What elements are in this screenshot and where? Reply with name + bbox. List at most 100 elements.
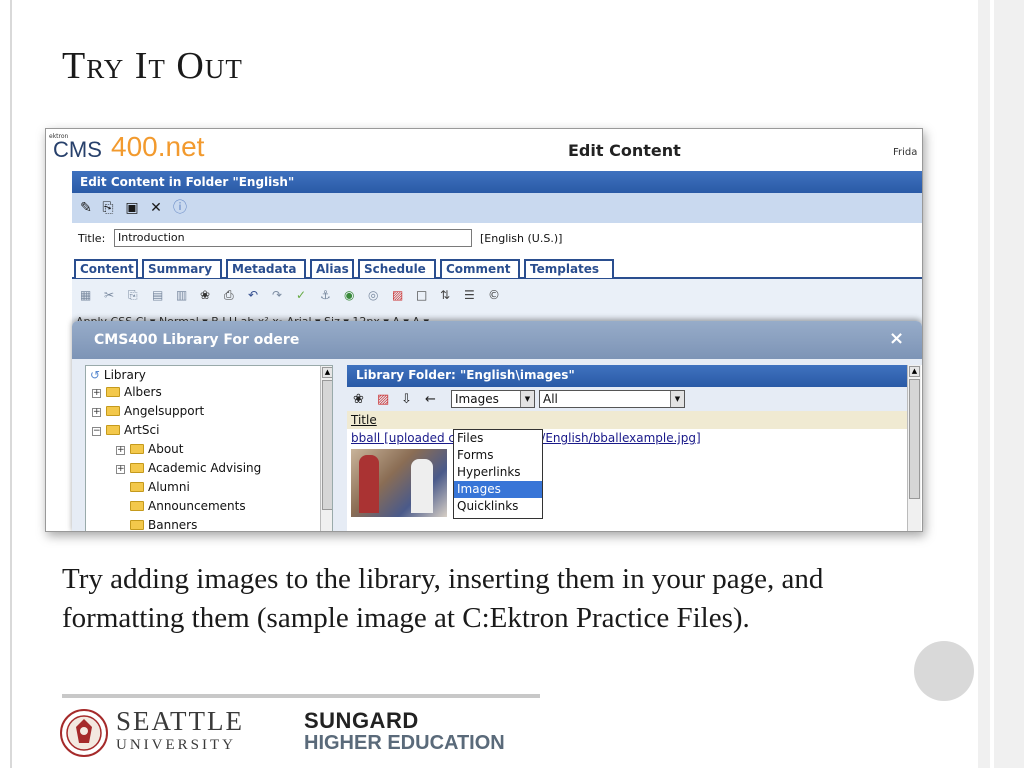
cms-screenshot: ektron CMS 400.net Edit Content Frida Ed… [45, 128, 923, 532]
type-select[interactable]: Images ▼ [451, 390, 535, 408]
content-tabs: Content Summary Metadata Alias Schedule … [72, 257, 922, 279]
list-icon[interactable]: ☰ [464, 288, 475, 302]
document-icon[interactable]: □ [416, 288, 427, 302]
scroll-up-icon[interactable]: ▲ [909, 366, 920, 377]
slide-right-rail [978, 0, 1024, 768]
undo-icon[interactable]: ↶ [248, 288, 258, 302]
tab-templates[interactable]: Templates [524, 259, 614, 278]
thumbnail-figure [359, 455, 379, 513]
expand-icon[interactable]: + [116, 446, 125, 455]
tree-item[interactable]: + Albers [92, 385, 162, 399]
footer-rule [62, 694, 540, 698]
tab-schedule[interactable]: Schedule [358, 259, 436, 278]
help-icon[interactable]: ⓘ [172, 200, 188, 216]
library-folder-pane: Library Folder: "English\images" ❀ ▨ ⇩ ←… [347, 365, 922, 531]
image-thumbnail[interactable] [351, 449, 447, 517]
tab-metadata[interactable]: Metadata [226, 259, 306, 278]
folder-icon [130, 501, 144, 511]
expand-icon[interactable]: + [92, 408, 101, 417]
save-icon[interactable]: ▣ [124, 200, 140, 216]
tree-item[interactable]: + Angelsupport [92, 404, 204, 418]
cms-400-logo: 400.net [111, 131, 205, 162]
copyright-icon[interactable]: © [488, 288, 500, 302]
column-header: Title [347, 411, 907, 429]
slide-right-rail-line [990, 0, 994, 768]
tab-alias[interactable]: Alias [310, 259, 354, 278]
paste-special-icon[interactable]: ▥ [176, 288, 187, 302]
folder-icon [130, 463, 144, 473]
expand-icon[interactable]: + [92, 389, 101, 398]
dropdown-option[interactable]: Hyperlinks [454, 464, 542, 481]
scroll-up-icon[interactable]: ▲ [322, 367, 332, 378]
chevron-down-icon[interactable]: ▼ [520, 391, 534, 407]
decorative-circle [914, 641, 974, 701]
pane-scrollbar[interactable]: ▲ [907, 365, 921, 531]
title-input[interactable]: Introduction [114, 229, 472, 247]
redo-icon[interactable]: ↷ [272, 288, 282, 302]
seattle-logo-bottom: UNIVERSITY [116, 737, 236, 753]
sort-icon[interactable]: ⇅ [440, 288, 450, 302]
tree-item[interactable]: Alumni [130, 480, 190, 494]
slide-caption: Try adding images to the library, insert… [62, 563, 824, 634]
print-icon[interactable]: ⎙ [224, 288, 234, 303]
dropdown-option[interactable]: Files [454, 430, 542, 447]
column-title[interactable]: Title [351, 413, 377, 427]
folder-icon [106, 387, 120, 397]
close-icon[interactable]: ✕ [148, 200, 164, 216]
seattle-university-seal-icon [60, 709, 108, 757]
collapse-icon[interactable]: − [92, 427, 101, 436]
expand-icon[interactable]: + [116, 465, 125, 474]
tree-item[interactable]: Announcements [130, 499, 246, 513]
tree-item[interactable]: − ArtSci [92, 423, 159, 437]
close-icon[interactable]: × [889, 328, 904, 349]
copy-icon[interactable]: ⎘ [100, 200, 116, 216]
books-icon[interactable]: ▨ [392, 288, 403, 302]
title-label: Title: [78, 232, 106, 245]
folder-open-icon [106, 425, 120, 435]
spellcheck-icon[interactable]: ✓ [296, 288, 306, 302]
tree-root[interactable]: ↺ Library [90, 368, 146, 382]
tab-summary[interactable]: Summary [142, 259, 222, 278]
tree-item[interactable]: + About [116, 442, 183, 456]
copy-icon[interactable]: ⎘ [128, 288, 138, 303]
folder-icon [130, 520, 144, 530]
tree-scrollbar[interactable]: ▲ [320, 366, 332, 531]
folder-icon [130, 482, 144, 492]
header-title: Edit Content [568, 141, 681, 160]
scroll-thumb[interactable] [909, 379, 920, 499]
chevron-down-icon[interactable]: ▼ [670, 391, 684, 407]
upload-icon[interactable]: ⇩ [401, 392, 412, 407]
select-all-icon[interactable]: ▦ [80, 288, 91, 302]
thumbnail-figure [411, 459, 433, 513]
anchor-icon[interactable]: ◎ [368, 288, 378, 302]
header-date: Frida [893, 147, 918, 158]
cut-icon[interactable]: ✂ [104, 288, 114, 302]
hyperlink-icon[interactable]: ⚓ [320, 288, 331, 302]
seattle-logo-top: SEATTLE [116, 706, 244, 736]
tab-content[interactable]: Content [74, 259, 138, 278]
tree-item[interactable]: + Academic Advising [116, 461, 261, 475]
dropdown-option[interactable]: Forms [454, 447, 542, 464]
library-toolbar: ❀ ▨ ⇩ ← Images ▼ All ▼ [347, 387, 907, 411]
folder-icon [106, 406, 120, 416]
back-arrow-icon[interactable]: ← [425, 392, 436, 407]
language-label: [English (U.S.)] [480, 232, 563, 245]
scroll-thumb[interactable] [322, 380, 332, 510]
find-icon[interactable]: ❀ [200, 288, 210, 302]
type-dropdown-list: Files Forms Hyperlinks Images Quicklinks [453, 429, 543, 519]
library-icon[interactable]: ◉ [344, 288, 354, 302]
dropdown-option-selected[interactable]: Images [454, 481, 542, 498]
slide-left-rule [10, 0, 12, 768]
cms-logo: CMS [53, 137, 102, 162]
tab-comment[interactable]: Comment [440, 259, 520, 278]
tree-item[interactable]: Banners [130, 518, 197, 531]
add-library-icon[interactable]: ▨ [377, 392, 389, 407]
library-dialog: CMS400 Library For odere × ↺ Library + A… [72, 321, 922, 531]
search-icon[interactable]: ❀ [353, 392, 364, 407]
dropdown-option[interactable]: Quicklinks [454, 498, 542, 515]
library-icon: ↺ [90, 368, 101, 382]
edit-icon[interactable]: ✎ [78, 200, 94, 216]
library-dialog-titlebar: CMS400 Library For odere × [72, 321, 922, 359]
filter-select[interactable]: All ▼ [539, 390, 685, 408]
paste-icon[interactable]: ▤ [152, 288, 163, 302]
